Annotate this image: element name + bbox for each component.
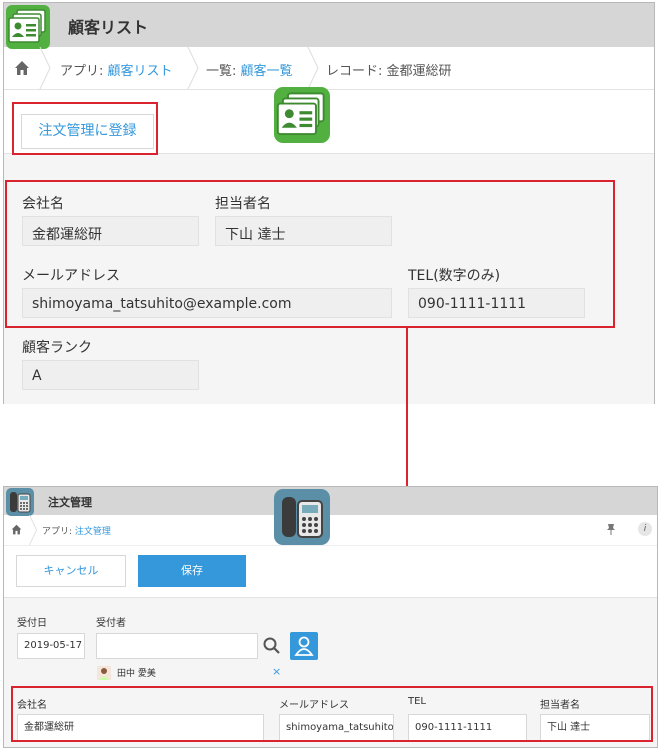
target-fields-highlight (11, 686, 653, 742)
rank-value: A (22, 360, 199, 390)
customer-list-app-icon[interactable] (6, 5, 50, 49)
source-fields-highlight (5, 180, 615, 328)
app-header (4, 487, 657, 515)
breadcrumb-separator (29, 515, 38, 545)
breadcrumb: アプリ: 注文管理 (4, 515, 657, 546)
cancel-button[interactable]: キャンセル (16, 555, 126, 587)
breadcrumb-separator (187, 47, 199, 89)
breadcrumb-app: アプリ: 顧客リスト (60, 64, 173, 79)
home-icon[interactable] (11, 524, 22, 538)
user-icon[interactable] (290, 632, 318, 660)
breadcrumb-app-link[interactable]: 顧客リスト (108, 64, 173, 79)
receiver-avatar (97, 665, 111, 680)
home-icon[interactable] (14, 60, 30, 80)
receiver-search-input[interactable] (96, 633, 258, 659)
breadcrumb-app: アプリ: 注文管理 (42, 527, 111, 537)
breadcrumb-separator (39, 47, 51, 89)
receiver-user-name: 田中 愛美 (117, 669, 156, 679)
breadcrumb-list: 一覧: 顧客一覧 (206, 64, 293, 79)
remove-icon[interactable]: × (272, 665, 281, 678)
save-button[interactable]: 保存 (138, 555, 246, 587)
order-app-icon-large (274, 489, 330, 545)
breadcrumb: アプリ: 顧客リスト 一覧: 顧客一覧 レコード: 金都運総研 (4, 47, 654, 90)
info-icon[interactable]: i (638, 522, 652, 536)
breadcrumb-app-link[interactable]: 注文管理 (75, 527, 111, 537)
app-title: 顧客リスト (68, 18, 149, 37)
register-button-highlight (12, 102, 158, 155)
pin-icon[interactable] (606, 523, 616, 538)
search-icon[interactable] (260, 633, 284, 659)
received-date-label: 受付日 (17, 618, 47, 629)
customer-list-app-icon-large (274, 87, 330, 143)
app-title: 注文管理 (48, 496, 92, 509)
breadcrumb-record: レコード: 金都運総研 (326, 64, 452, 79)
received-date-input[interactable]: 2019-05-17 (17, 633, 85, 659)
order-app-icon[interactable] (6, 488, 34, 516)
breadcrumb-separator (307, 47, 319, 89)
receiver-label: 受付者 (96, 618, 126, 629)
breadcrumb-list-link[interactable]: 顧客一覧 (241, 64, 293, 79)
rank-label: 顧客ランク (22, 340, 92, 356)
